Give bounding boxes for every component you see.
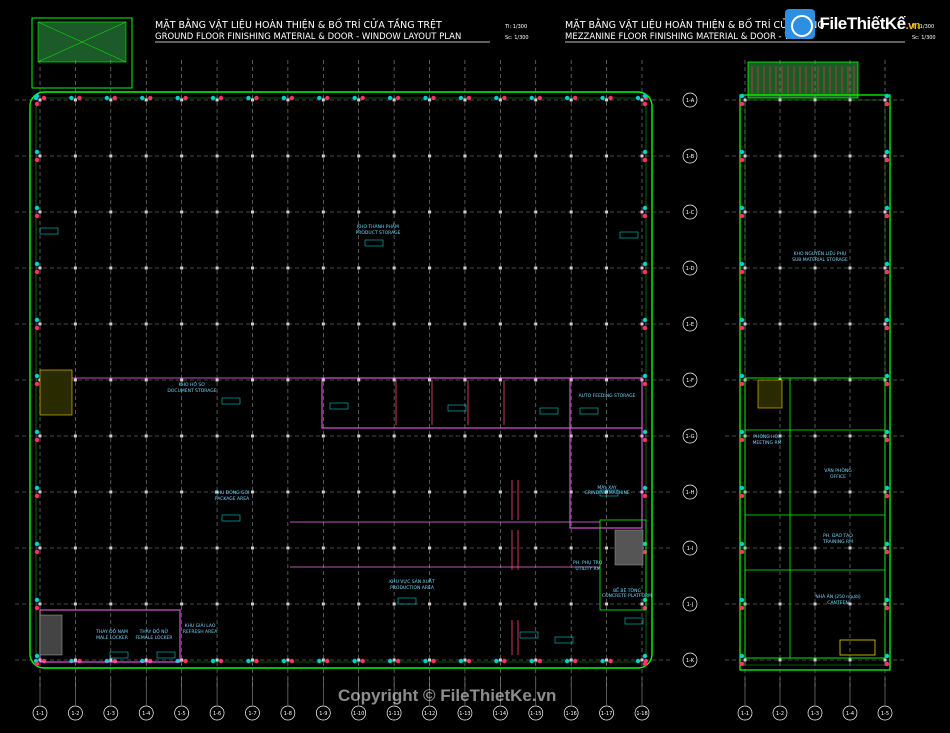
ground-col-label: 1-15 — [530, 711, 541, 717]
ground-row-label: 1-K — [686, 658, 695, 664]
ground-col-label: 1-8 — [284, 711, 292, 717]
ground-row-label: 1-G — [685, 434, 694, 440]
ground-col-label: 1-5 — [178, 711, 186, 717]
ground-col-label: 1-12 — [424, 711, 435, 717]
room-van-phong: VĂN PHÒNG — [824, 467, 852, 474]
ground-col-label: 1-14 — [495, 711, 506, 717]
room-khu-giai-lao-en: REFRESH AREA — [183, 629, 218, 635]
ground-scale-1: Tl: 1/300 — [504, 24, 527, 30]
ground-col-label: 1-2 — [71, 711, 79, 717]
logo-name: FileThiếtKế — [819, 14, 906, 33]
ground-row-label: 1-B — [686, 154, 695, 160]
room-may-xat-en: GRINDING MACHINE — [584, 490, 629, 496]
room-khu-vuc-san-xuat-en: PRODUCTION AREA — [390, 585, 435, 591]
ground-title-block: MẶT BẰNG VẬT LIỆU HOÀN THIỆN & BỐ TRÍ CỬ… — [155, 18, 529, 43]
ground-col-label: 1-4 — [142, 711, 150, 717]
room-khu-giai-lao: KHU GIẢI LAO — [185, 621, 216, 629]
site-logo[interactable]: FileThiếtKế.vn — [785, 8, 921, 40]
room-auto-feeding: AUTO FEEDING STORAGE — [579, 393, 636, 399]
room-be-be-tong-en: CONCRETE PLATFORM — [602, 593, 652, 599]
ground-col-label: 1-7 — [248, 711, 256, 717]
ground-col-label: 1-3 — [107, 711, 115, 717]
room-kho-ho-so-en: DOCUMENT STORAGE — [167, 388, 216, 394]
mezz-title-en: MEZZANINE FLOOR FINISHING MATERIAL & DOO… — [565, 32, 793, 42]
room-kho-nguyen-lieu-phu: KHO NGUYÊN LIỆU PHỤ — [794, 249, 847, 257]
copyright-watermark: Copyright © FileThietKe.vn — [338, 686, 557, 705]
room-kho-thanh-pham-en: PRODUCT STORAGE — [356, 230, 401, 236]
ground-scale-2: Sc: 1/300 — [505, 35, 529, 41]
ground-col-label: 1-17 — [601, 711, 612, 717]
logo-text: FileThiếtKế.vn — [819, 14, 920, 34]
mezz-col-label: 1-4 — [846, 711, 854, 717]
room-khu-dong-goi-en: PACKAGE AREA — [215, 496, 250, 502]
room-khu-dong-goi: KHU ĐÓNG GÓI — [215, 489, 250, 496]
ground-col-label: 1-6 — [213, 711, 221, 717]
room-kho-nguyen-lieu-phu-en: SUB MATERIAL STORAGE — [792, 257, 848, 263]
room-ph-phu-tro-en: UTILITY RM — [575, 566, 600, 572]
room-nha-an-en: CANTEEN — [827, 600, 848, 606]
logo-domain: .vn — [905, 20, 921, 32]
ground-col-label: 1-10 — [353, 711, 364, 717]
room-phong-hop-en: MEETING RM — [753, 440, 782, 446]
room-thay-do-nu-en: FEMALE LOCKER — [135, 635, 172, 641]
cad-drawing: MẶT BẰNG VẬT LIỆU HOÀN THIỆN & BỐ TRÍ CỬ… — [15, 17, 936, 721]
mezz-col-label: 1-5 — [881, 711, 889, 717]
room-phong-hop: PHÒNG HỌP — [753, 433, 781, 440]
ground-col-label: 1-18 — [636, 711, 647, 717]
ground-row-label: 1-F — [686, 378, 694, 384]
room-nha-an: NHÀ ĂN (250 người) — [815, 593, 860, 600]
room-ph-phu-tro: PH. PHỤ TRỢ — [573, 560, 603, 566]
ground-row-label: 1-C — [686, 210, 695, 216]
room-ph-dao-tao-en: TRAINING RM — [822, 539, 853, 545]
ground-row-label: 1-I — [687, 546, 693, 552]
ground-row-label: 1-A — [686, 98, 695, 104]
mezz-col-label: 1-1 — [741, 711, 749, 717]
room-thay-do-nu: THAY ĐỒ NỮ — [139, 626, 169, 635]
ground-row-label: 1-J — [687, 602, 694, 608]
room-ph-dao-tao: PH. ĐÀO TẠO — [823, 532, 853, 539]
ground-title-vn: MẶT BẰNG VẬT LIỆU HOÀN THIỆN & BỐ TRÍ CỬ… — [155, 18, 442, 31]
ground-col-label: 1-13 — [459, 711, 470, 717]
room-thay-do-nam: THAY ĐỒ NAM — [95, 626, 128, 635]
ground-col-label: 1-11 — [388, 711, 399, 717]
ground-row-label: 1-H — [686, 490, 695, 496]
ground-col-label: 1-1 — [36, 711, 44, 717]
logo-mark-icon — [785, 9, 816, 39]
ground-row-label: 1-E — [686, 322, 694, 328]
ground-title-en: GROUND FLOOR FINISHING MATERIAL & DOOR -… — [155, 32, 461, 42]
mezz-col-label: 1-3 — [811, 711, 819, 717]
ground-floor-plan: KHO THÀNH PHẨM PRODUCT STORAGE KHU ĐÓNG … — [15, 17, 698, 721]
mezz-col-label: 1-2 — [776, 711, 784, 717]
ground-col-label: 1-9 — [319, 711, 327, 717]
mezzanine-floor-plan: KHO NGUYÊN LIỆU PHỤ SUB MATERIAL STORAGE… — [725, 60, 905, 721]
ground-col-label: 1-16 — [565, 711, 576, 717]
room-be-be-tong: BỂ BÊ TÔNG — [613, 586, 641, 594]
room-van-phong-en: OFFICE — [830, 474, 846, 480]
room-thay-do-nam-en: MALE LOCKER — [96, 635, 128, 641]
room-khu-vuc-san-xuat: KHU VỰC SẢN XUẤT — [389, 577, 435, 585]
room-kho-thanh-pham: KHO THÀNH PHẨM — [357, 222, 399, 230]
ground-row-label: 1-D — [686, 266, 695, 272]
